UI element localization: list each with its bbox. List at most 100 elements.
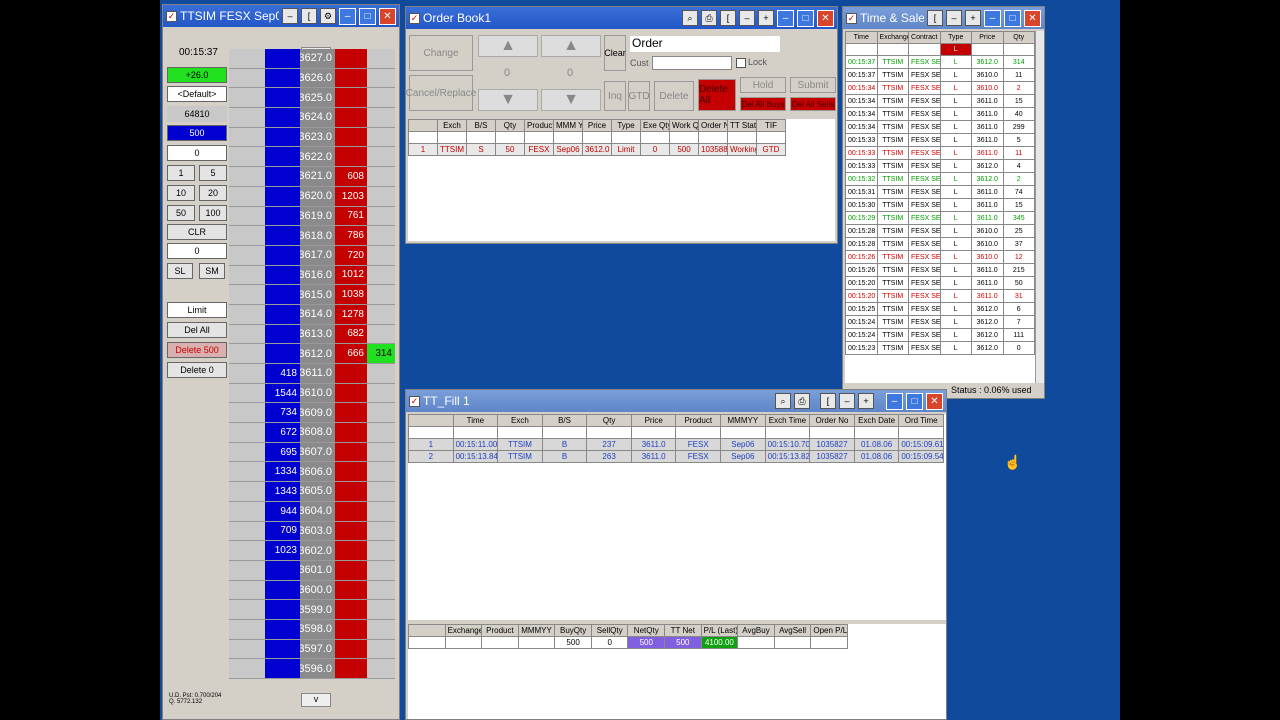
qty-5-button[interactable]: 5 <box>199 165 227 181</box>
order-filter-cell[interactable] <box>582 131 612 144</box>
fill-filter-cell[interactable] <box>541 426 588 439</box>
print-icon[interactable]: ⎙ <box>701 10 717 26</box>
fill-column-header[interactable] <box>408 414 454 427</box>
close-button[interactable]: ✕ <box>817 9 834 27</box>
ts-filter-cell[interactable] <box>876 43 909 56</box>
order-filter-cell[interactable] <box>437 131 467 144</box>
fill-filter-cell[interactable] <box>809 426 855 439</box>
clear-button[interactable]: Clear <box>604 35 626 71</box>
ask-qty-cell[interactable] <box>335 403 367 423</box>
ladder-row[interactable]: 3624.0 <box>229 108 395 128</box>
fill-titlebar[interactable]: ✓ TT_Fill 1 ⌕ ⎙ [ – + – □ ✕ <box>406 390 946 412</box>
ask-qty-cell[interactable] <box>335 600 367 619</box>
fill-filter-cell[interactable] <box>452 426 499 439</box>
order-column-header[interactable]: MMM YY <box>553 119 583 132</box>
ts-column-header[interactable]: Time <box>845 31 878 44</box>
close-button[interactable]: ✕ <box>1024 9 1041 27</box>
working-order-cell[interactable] <box>229 206 265 226</box>
ladder-row[interactable]: 3621.0 608 <box>229 167 395 187</box>
fill-filter-cell[interactable] <box>630 426 677 439</box>
ladder-row[interactable]: 1544 3610.0 <box>229 383 395 404</box>
order-column-header[interactable]: Type <box>611 119 641 132</box>
order-column-header[interactable]: Work Qty <box>669 119 699 132</box>
bid-qty-cell[interactable] <box>265 580 300 600</box>
sm-button[interactable]: SM <box>199 263 225 279</box>
pos-column-header[interactable]: TT Net <box>664 624 702 637</box>
ask-qty-cell[interactable] <box>335 541 367 560</box>
qty-1-button[interactable]: 1 <box>167 165 195 181</box>
maximize-button[interactable]: □ <box>797 9 814 27</box>
pos-column-header[interactable]: Exchange <box>444 624 483 637</box>
working-order-cell[interactable] <box>229 580 265 600</box>
bid-qty-cell[interactable] <box>265 285 300 304</box>
qty-up-arrow-icon[interactable]: ▲ <box>541 35 601 57</box>
fill-filter-cell[interactable] <box>720 426 766 439</box>
hold-button[interactable]: Hold <box>740 77 786 93</box>
fill-filter-cell[interactable] <box>898 426 944 439</box>
qty-20-button[interactable]: 20 <box>199 185 227 201</box>
ladder-row[interactable]: 1334 3606.0 <box>229 462 395 483</box>
fill-filter-cell[interactable] <box>586 426 632 439</box>
working-order-cell[interactable] <box>229 560 265 580</box>
ask-qty-cell[interactable]: 786 <box>335 226 367 245</box>
bracket-icon[interactable]: [ <box>820 393 836 409</box>
ask-qty-cell[interactable] <box>335 383 367 403</box>
order-filter-cell[interactable] <box>553 131 583 144</box>
working-order-cell[interactable] <box>229 403 265 423</box>
delete-all-button[interactable]: Delete All <box>698 79 736 111</box>
bid-qty-cell[interactable] <box>265 88 300 108</box>
order-type-select[interactable]: Limit <box>167 302 227 318</box>
bid-qty-cell[interactable]: 944 <box>265 501 300 521</box>
working-order-cell[interactable] <box>229 541 265 560</box>
minimize-button[interactable]: – <box>984 9 1001 27</box>
ts-filter-cell[interactable] <box>908 43 941 56</box>
working-order-cell[interactable] <box>229 285 265 304</box>
ladder-row[interactable]: 3618.0 786 <box>229 226 395 246</box>
working-order-cell[interactable] <box>229 482 265 501</box>
pos-column-header[interactable]: SellQty <box>590 624 629 637</box>
ask-qty-cell[interactable] <box>335 639 367 659</box>
bid-qty-cell[interactable] <box>265 600 300 619</box>
order-column-header[interactable]: B/S <box>466 119 496 132</box>
fill-column-header[interactable]: Time <box>452 414 499 427</box>
cust-select[interactable] <box>652 56 732 70</box>
ask-qty-cell[interactable] <box>335 68 367 88</box>
ask-qty-cell[interactable] <box>335 127 367 147</box>
working-order-cell[interactable] <box>229 245 265 265</box>
bid-qty-cell[interactable]: 734 <box>265 403 300 423</box>
ask-qty-cell[interactable] <box>335 560 367 580</box>
lock-checkbox[interactable] <box>736 58 746 68</box>
bid-qty-cell[interactable] <box>265 344 300 363</box>
ladder-row[interactable]: 3615.0 1038 <box>229 285 395 305</box>
fill-column-header[interactable]: Exch <box>497 414 543 427</box>
order-filter-cell[interactable] <box>727 131 757 144</box>
bid-qty-cell[interactable] <box>265 639 300 659</box>
order-filter-cell[interactable] <box>466 131 496 144</box>
pos-column-header[interactable]: Open P/L <box>810 624 848 637</box>
ask-qty-cell[interactable]: 1038 <box>335 285 367 304</box>
bid-qty-cell[interactable]: 695 <box>265 442 300 462</box>
qty-50-button[interactable]: 50 <box>167 205 195 221</box>
cancel-replace-button[interactable]: Cancel/Replace <box>406 75 476 111</box>
ladder-row[interactable]: 695 3607.0 <box>229 442 395 463</box>
ask-qty-cell[interactable] <box>335 88 367 108</box>
order-column-header[interactable]: TT Status <box>727 119 757 132</box>
minimize-button[interactable]: – <box>886 392 903 410</box>
bid-qty-cell[interactable]: 1343 <box>265 482 300 501</box>
ladder-row[interactable]: 3627.0 <box>229 49 395 69</box>
order-column-header[interactable]: Exe Qty <box>640 119 670 132</box>
ladder-row[interactable]: 3601.0 <box>229 560 395 581</box>
minus-icon[interactable]: – <box>282 8 298 24</box>
order-book-titlebar[interactable]: ✓ Order Book1 ⌕ ⎙ [ – + – □ ✕ <box>406 7 837 29</box>
working-order-cell[interactable] <box>229 364 265 383</box>
working-order-cell[interactable] <box>229 304 265 324</box>
fill-filter-cell[interactable] <box>853 426 900 439</box>
change-button[interactable]: Change <box>409 35 473 71</box>
working-order-cell[interactable] <box>229 265 265 285</box>
search-icon[interactable]: ⌕ <box>775 393 791 409</box>
qty2-field[interactable]: 0 <box>167 145 227 161</box>
maximize-button[interactable]: □ <box>906 392 923 410</box>
close-button[interactable]: ✕ <box>926 392 943 410</box>
working-order-cell[interactable] <box>229 619 265 639</box>
bid-qty-cell[interactable] <box>265 324 300 344</box>
